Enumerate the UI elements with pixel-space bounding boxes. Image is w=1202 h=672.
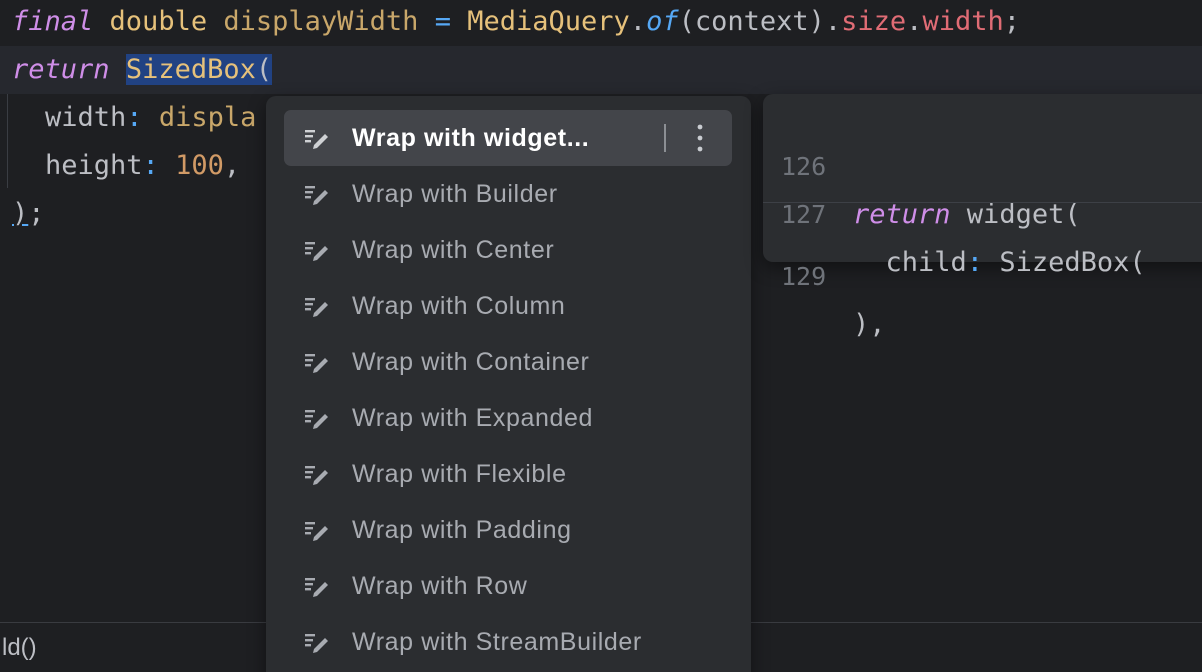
preview-code: widget( xyxy=(950,199,1081,230)
menu-item-label: Wrap with Row xyxy=(352,572,528,600)
menu-item-wrap-with-center[interactable]: Wrap with Center xyxy=(284,222,732,278)
wrap-actions-menu[interactable]: Wrap with widget... Wrap with Builder Wr… xyxy=(266,96,751,672)
property-size: size xyxy=(841,6,907,37)
wrap-edit-icon xyxy=(304,574,330,598)
wrap-edit-icon xyxy=(304,238,330,262)
variable-name: displayWidth xyxy=(223,6,419,37)
preview-line: 126 return widget( xyxy=(763,95,1081,230)
menu-item-label: Wrap with Column xyxy=(352,292,566,320)
menu-item-wrap-with-padding[interactable]: Wrap with Padding xyxy=(284,502,732,558)
comma: , xyxy=(223,150,241,181)
keyword-return: return xyxy=(12,54,110,85)
colon: : xyxy=(126,102,143,133)
menu-item-wrap-with-widget[interactable]: Wrap with widget... xyxy=(284,110,732,166)
wrap-edit-icon xyxy=(304,350,330,374)
wrap-edit-icon xyxy=(304,126,330,150)
arguments: (context). xyxy=(678,6,842,37)
wrap-edit-icon xyxy=(304,462,330,486)
wrap-edit-icon xyxy=(304,406,330,430)
type-double: double xyxy=(109,6,208,37)
bottom-bar-text: ld() xyxy=(2,634,37,661)
dot: . xyxy=(629,6,647,37)
wrap-edit-icon xyxy=(304,294,330,318)
menu-item-wrap-with-streambuilder[interactable]: Wrap with StreamBuilder xyxy=(284,614,732,670)
menu-item-label: Wrap with widget... xyxy=(352,124,590,152)
code-line-2[interactable]: return SizedBox( xyxy=(12,46,273,94)
property-width: width xyxy=(922,6,1004,37)
menu-item-wrap-with-column[interactable]: Wrap with Column xyxy=(284,278,732,334)
wrap-edit-icon xyxy=(304,630,330,654)
menu-item-wrap-with-builder[interactable]: Wrap with Builder xyxy=(284,166,732,222)
colon: : xyxy=(966,247,984,278)
menu-item-label: Wrap with Flexible xyxy=(352,460,567,488)
preview-code: ), xyxy=(853,309,886,340)
indent-guide xyxy=(7,94,8,188)
preview-divider xyxy=(763,202,1202,203)
line-number: 129 xyxy=(781,262,827,291)
code-line-3[interactable]: width: displa xyxy=(45,94,256,142)
menu-item-wrap-with-container[interactable]: Wrap with Container xyxy=(284,334,732,390)
wrap-edit-icon xyxy=(304,518,330,542)
param-child: child xyxy=(853,247,967,278)
close-paren: ) xyxy=(12,198,29,229)
menu-item-label: Wrap with Padding xyxy=(352,516,572,544)
wrap-edit-icon xyxy=(304,182,330,206)
menu-item-label: Wrap with Center xyxy=(352,236,555,264)
more-vertical-icon[interactable] xyxy=(688,120,712,156)
code-line-5[interactable]: ); xyxy=(12,190,45,238)
param-value: displa xyxy=(158,102,257,133)
selected-text[interactable]: SizedBox xyxy=(125,54,256,85)
menu-item-label: Wrap with Container xyxy=(352,348,590,376)
semicolon: ; xyxy=(28,198,45,229)
menu-item-label: Wrap with StreamBuilder xyxy=(352,628,642,656)
menu-item-wrap-with-row[interactable]: Wrap with Row xyxy=(284,558,732,614)
preview-code: SizedBox( xyxy=(983,247,1146,278)
semicolon: ; xyxy=(1003,6,1020,37)
menu-item-wrap-with-flexible[interactable]: Wrap with Flexible xyxy=(284,446,732,502)
menu-item-wrap-with-expanded[interactable]: Wrap with Expanded xyxy=(284,390,732,446)
dot: . xyxy=(906,6,923,37)
param-width: width xyxy=(45,102,127,133)
class-name: MediaQuery xyxy=(467,6,630,37)
assign-operator: = xyxy=(434,6,451,37)
intention-preview-panel: 126 return widget( 127 child: SizedBox( … xyxy=(763,94,1202,340)
keyword-final: final xyxy=(12,6,94,37)
menu-item-label: Wrap with Builder xyxy=(352,180,558,208)
preview-line: 127 child: SizedBox( xyxy=(763,143,1146,278)
keyword-return: return xyxy=(853,199,951,230)
open-paren: ( xyxy=(255,54,273,85)
preview-line: 129 ), xyxy=(763,205,886,340)
code-line-1[interactable]: final double displayWidth = MediaQuery.o… xyxy=(12,0,1020,46)
method-name: of xyxy=(646,6,679,37)
param-height: height xyxy=(45,150,143,181)
colon: : xyxy=(142,150,159,181)
menu-separator xyxy=(664,124,666,152)
code-line-4[interactable]: height: 100, xyxy=(45,142,240,190)
menu-item-label: Wrap with Expanded xyxy=(352,404,594,432)
number-literal: 100 xyxy=(175,150,224,181)
